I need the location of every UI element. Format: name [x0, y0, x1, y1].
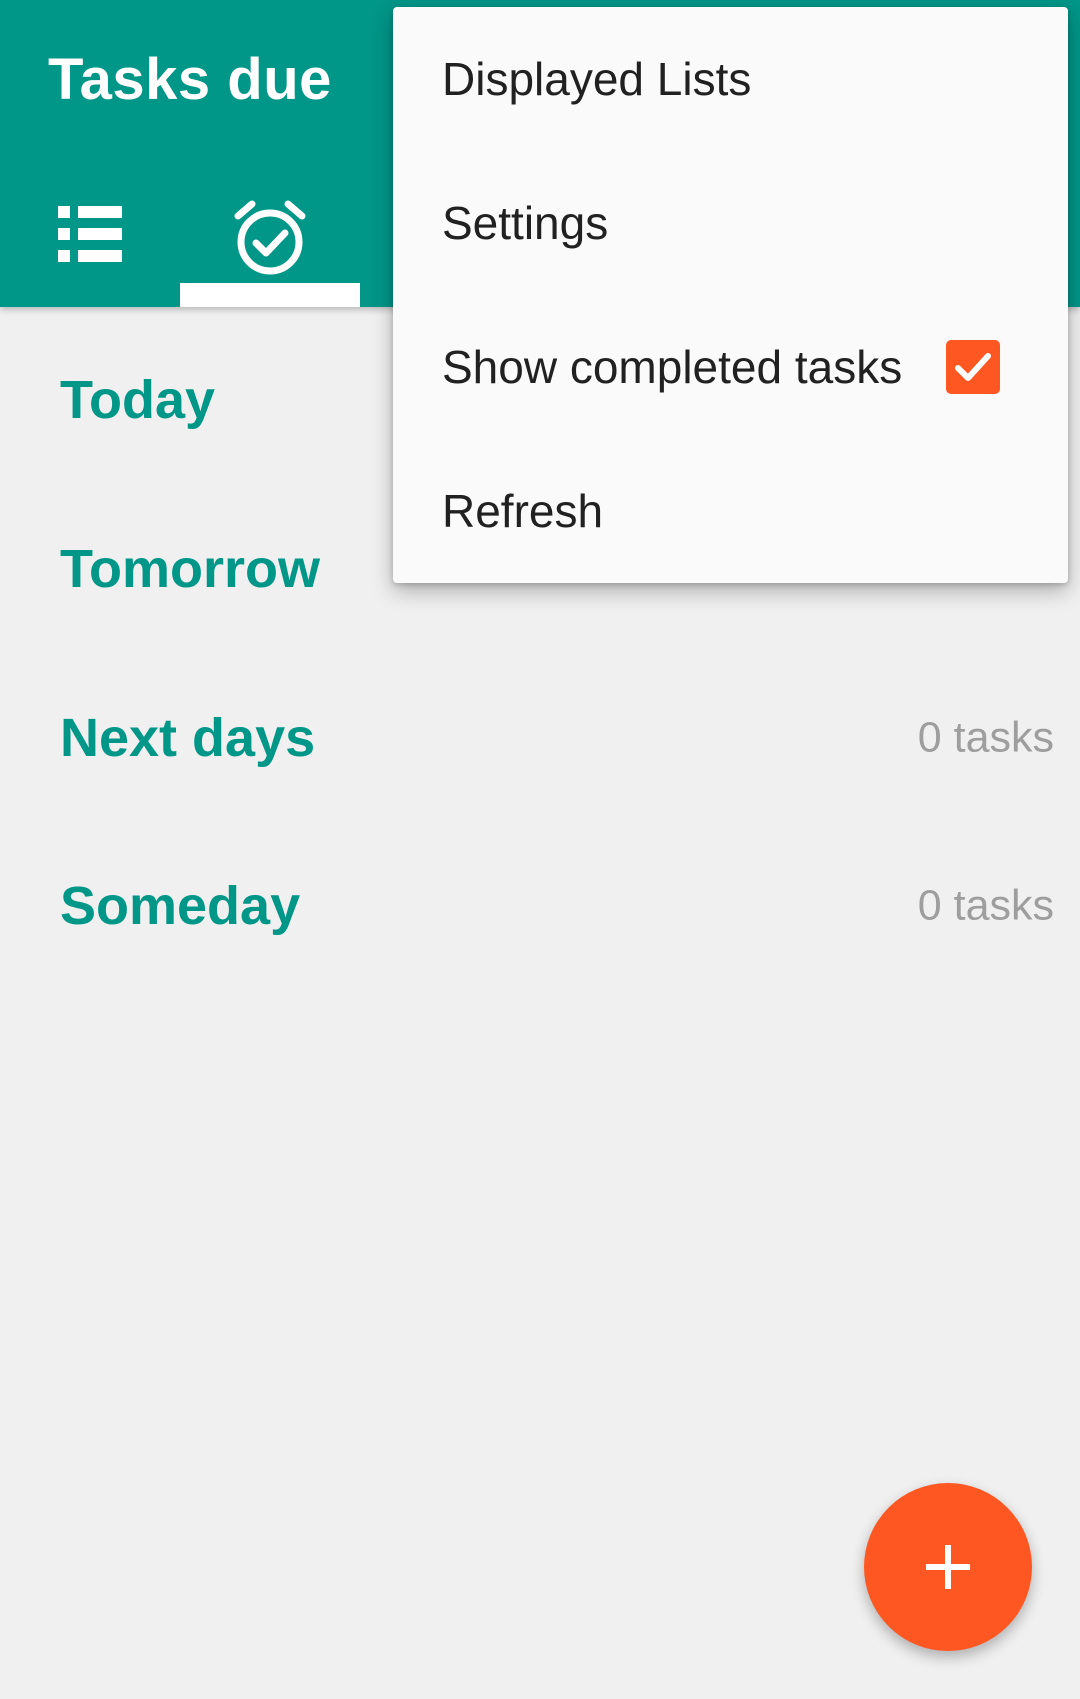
- menu-item-label: Refresh: [442, 485, 604, 537]
- alarm-check-icon: [234, 200, 306, 275]
- section-count: 0 tasks: [917, 881, 1054, 930]
- section-label: Next days: [60, 708, 316, 768]
- plus-icon: [926, 1545, 970, 1589]
- tab-due[interactable]: [180, 190, 360, 307]
- menu-item-refresh[interactable]: Refresh: [393, 439, 1068, 583]
- list-icon: [58, 206, 122, 262]
- menu-item-label: Show completed tasks: [442, 341, 903, 393]
- checkmark-icon: [955, 353, 991, 381]
- add-task-button[interactable]: [864, 1483, 1032, 1651]
- section-label: Someday: [60, 876, 301, 936]
- menu-item-show-completed-tasks[interactable]: Show completed tasks: [393, 295, 1068, 439]
- menu-item-displayed-lists[interactable]: Displayed Lists: [393, 7, 1068, 151]
- page-title: Tasks due: [48, 47, 332, 112]
- menu-item-settings[interactable]: Settings: [393, 151, 1068, 295]
- tab-selected-indicator: [180, 283, 360, 307]
- section-someday[interactable]: Someday 0 tasks: [0, 822, 1080, 990]
- section-next-days[interactable]: Next days 0 tasks: [0, 654, 1080, 822]
- section-label: Today: [60, 370, 216, 430]
- section-label: Tomorrow: [60, 539, 320, 599]
- show-completed-checkbox[interactable]: [946, 340, 1000, 394]
- menu-item-label: Displayed Lists: [442, 53, 752, 105]
- section-count: 0 tasks: [917, 713, 1054, 762]
- tab-lists[interactable]: [0, 190, 180, 307]
- menu-item-label: Settings: [442, 197, 609, 249]
- overflow-menu: Displayed Lists Settings Show completed …: [393, 7, 1068, 583]
